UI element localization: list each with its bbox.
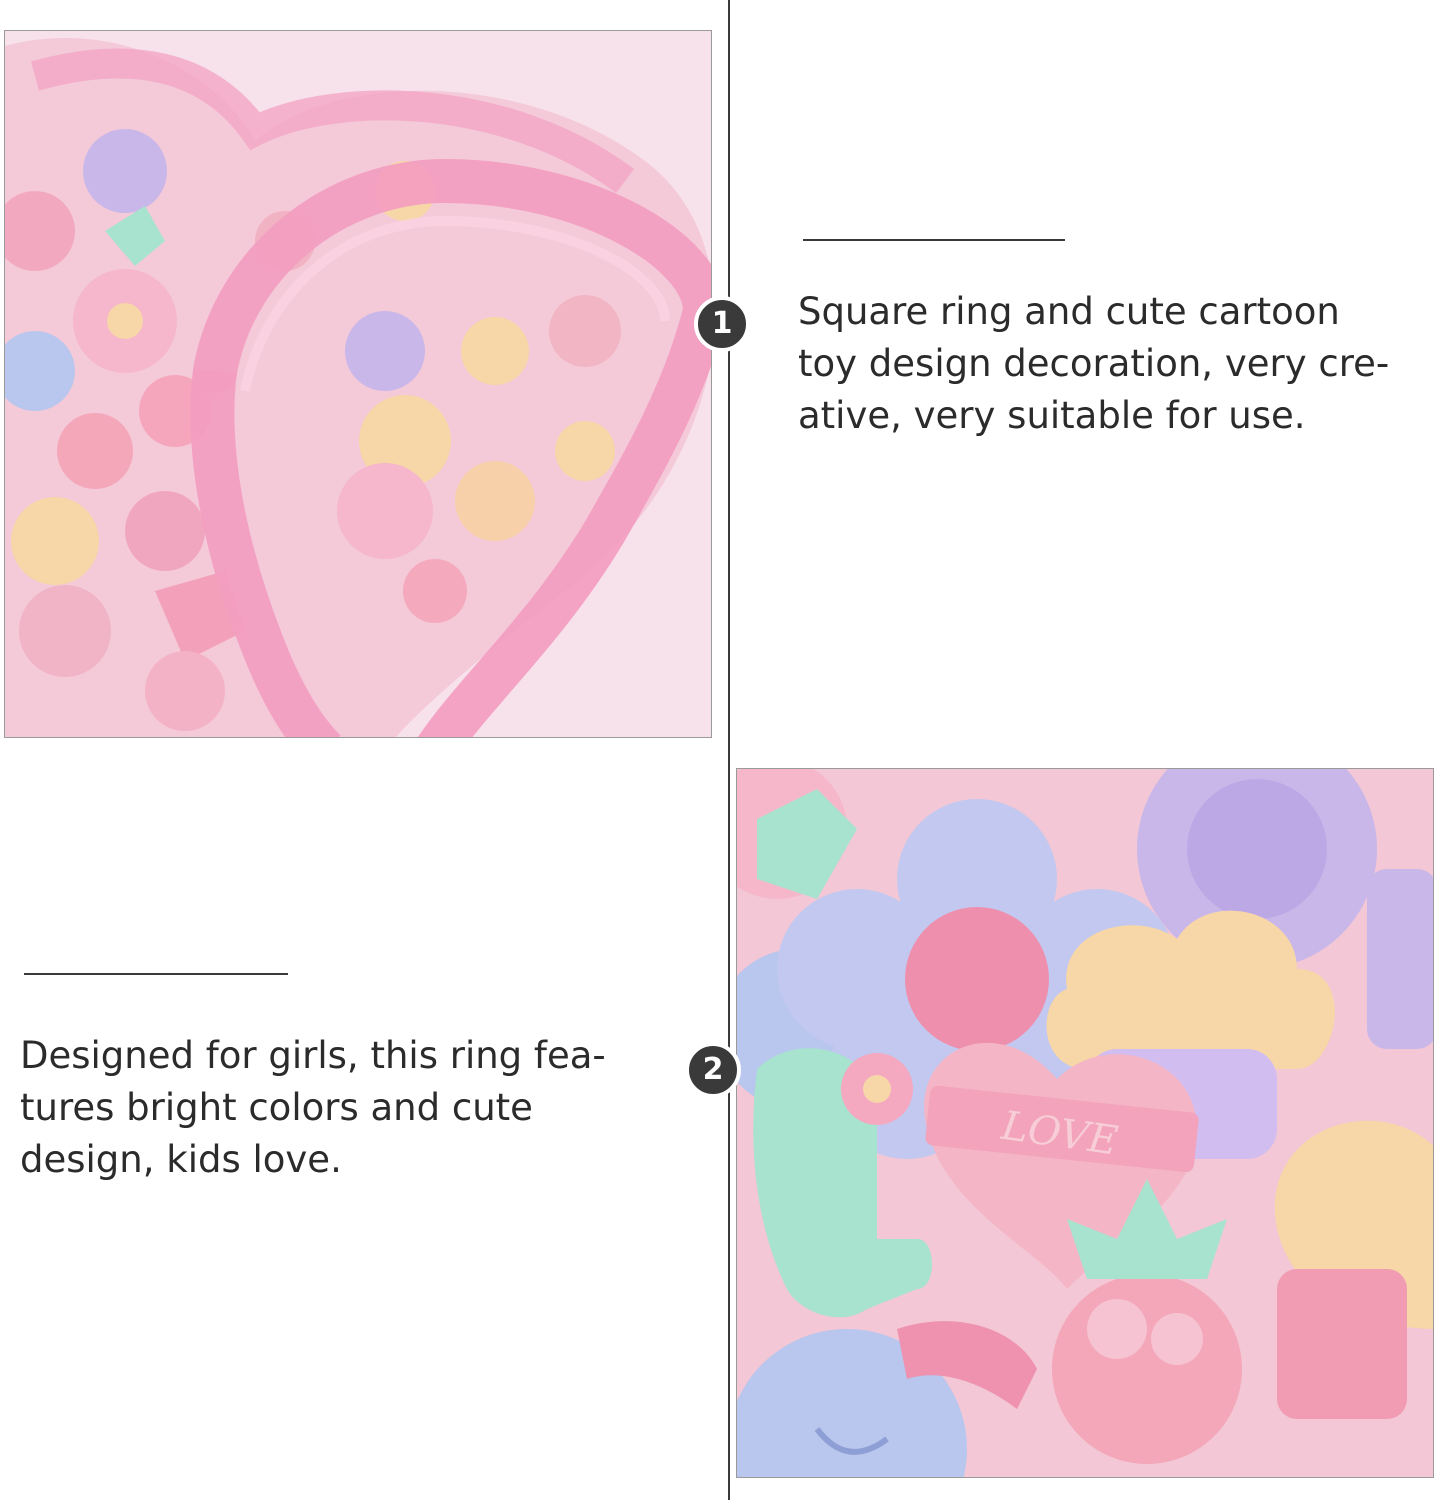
product-photo-heart-box (4, 30, 712, 738)
caption-line: Square ring and cute cartoon (798, 290, 1340, 333)
caption-line: Designed for girls, this ring fea- (20, 1034, 606, 1077)
caption-rule-1 (803, 239, 1065, 241)
product-photo-closeup: LOVE (736, 768, 1434, 1478)
caption-line: tures bright colors and cute (20, 1086, 533, 1129)
feature-caption-1: Square ring and cute cartoon toy design … (798, 286, 1398, 442)
step-badge-2: 2 (685, 1042, 741, 1098)
step-badge-1: 1 (694, 296, 750, 352)
feature-caption-2: Designed for girls, this ring fea- tures… (20, 1030, 630, 1186)
vertical-divider (728, 0, 730, 1500)
caption-line: ative, very suitable for use. (798, 394, 1306, 437)
caption-line: design, kids love. (20, 1138, 342, 1181)
caption-rule-2 (24, 973, 288, 975)
caption-line: toy design decoration, very cre- (798, 342, 1390, 385)
